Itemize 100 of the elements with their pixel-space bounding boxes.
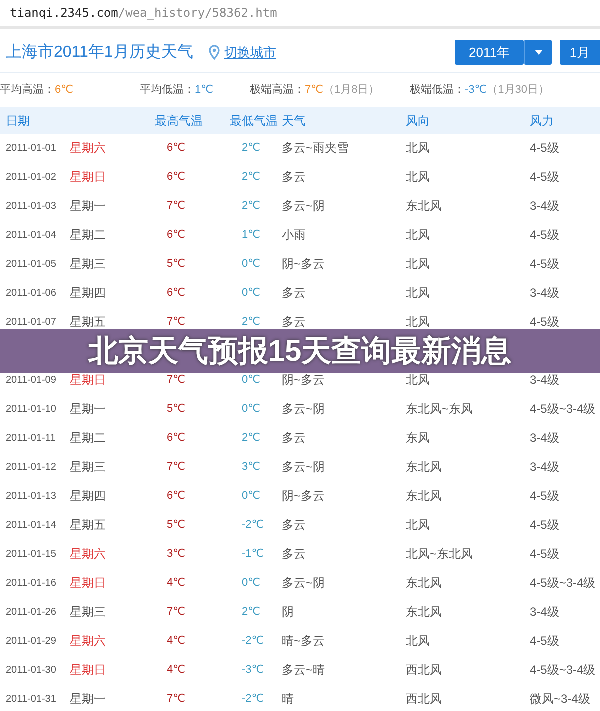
date-cell-text: 2011-01-02 xyxy=(5,171,58,184)
high-temp-cell-text: 7℃ xyxy=(166,374,186,387)
weather-cell-text: 多云~雨夹雪 xyxy=(281,142,350,155)
high-temp-cell-text: 5℃ xyxy=(166,403,186,416)
weekday-cell-text: 星期六 xyxy=(69,142,107,155)
wind-force-cell-text: 4-5级~3-4级 xyxy=(529,403,597,416)
wind-force-cell-text: 4-5级 xyxy=(529,258,560,271)
address-bar[interactable]: tianqi.2345.com/wea_history/58362.htm xyxy=(0,0,600,29)
date-cell-text: 2011-01-06 xyxy=(5,287,58,300)
wind-direction-cell-text: 东北风~东风 xyxy=(405,403,474,416)
wind-direction-cell-text: 北风 xyxy=(405,374,431,387)
weather-cell-text: 晴 xyxy=(281,693,295,706)
weather-cell-text: 多云 xyxy=(281,171,307,184)
low-temp-cell-text: 2℃ xyxy=(241,432,262,445)
date-cell-text: 2011-01-29 xyxy=(5,635,58,648)
date-cell-text: 2011-01-30 xyxy=(5,664,58,677)
date-cell-text: 2011-01-14 xyxy=(5,519,58,532)
switch-city-link[interactable]: 切换城市 xyxy=(224,42,276,62)
url-path: /wea_history/58362.htm xyxy=(118,6,278,20)
stat-value: 1℃ xyxy=(195,82,214,98)
low-temp-cell-text: 2℃ xyxy=(241,316,262,329)
weather-cell-text: 多云 xyxy=(281,432,307,445)
wind-direction-cell-text: 东北风 xyxy=(405,490,443,503)
weather-cell-text: 多云 xyxy=(281,519,307,532)
wind-force-cell-text: 4-5级 xyxy=(529,142,560,155)
wind-direction-cell-text: 北风 xyxy=(405,258,431,271)
wind-force-cell-text: 4-5级 xyxy=(529,171,560,184)
low-temp-cell-text: -1℃ xyxy=(241,548,266,561)
year-button[interactable]: 2011年 xyxy=(455,40,524,65)
wind-force-cell-text: 3-4级 xyxy=(529,461,560,474)
weather-cell-text: 多云~阴 xyxy=(281,461,326,474)
location-pin-icon xyxy=(209,45,220,60)
column-header: 最高气温 xyxy=(154,112,204,130)
year-dropdown-button[interactable] xyxy=(524,40,552,65)
wind-direction-cell-text: 北风 xyxy=(405,142,431,155)
date-cell-text: 2011-01-04 xyxy=(5,229,58,242)
column-header: 天气 xyxy=(281,112,307,130)
wind-force-cell-text: 4-5级 xyxy=(529,229,560,242)
high-temp-cell-text: 6℃ xyxy=(166,287,186,300)
high-temp-cell-text: 6℃ xyxy=(166,432,186,445)
weather-cell-text: 阴 xyxy=(281,606,295,619)
wind-direction-cell-text: 北风 xyxy=(405,287,431,300)
low-temp-cell-text: 0℃ xyxy=(241,577,262,590)
wind-direction-cell-text: 西北风 xyxy=(405,664,443,677)
weather-cell-text: 多云 xyxy=(281,548,307,561)
wind-force-cell-text: 微风~3-4级 xyxy=(529,693,592,706)
high-temp-cell-text: 7℃ xyxy=(166,316,186,329)
date-cell-text: 2011-01-03 xyxy=(5,200,58,213)
weekday-cell-text: 星期四 xyxy=(69,287,107,300)
low-temp-cell-text: 3℃ xyxy=(241,461,262,474)
low-temp-cell-text: -2℃ xyxy=(241,635,266,648)
weather-cell-text: 阴~多云 xyxy=(281,374,326,387)
weekday-cell-text: 星期一 xyxy=(69,200,107,213)
high-temp-cell-text: 5℃ xyxy=(166,258,186,271)
url-host: tianqi.2345.com xyxy=(10,6,118,20)
high-temp-cell-text: 3℃ xyxy=(166,548,186,561)
weekday-cell-text: 星期日 xyxy=(69,374,107,387)
weather-cell-text: 多云 xyxy=(281,287,307,300)
high-temp-cell-text: 6℃ xyxy=(166,490,186,503)
weekday-cell-text: 星期五 xyxy=(69,519,107,532)
high-temp-cell-text: 7℃ xyxy=(166,606,186,619)
wind-direction-cell-text: 北风 xyxy=(405,519,431,532)
weather-cell-text: 多云~阴 xyxy=(281,200,326,213)
date-cell-text: 2011-01-01 xyxy=(5,142,58,155)
stat-label: 平均低温： xyxy=(140,82,195,98)
wind-force-cell-text: 4-5级~3-4级 xyxy=(529,664,597,677)
high-temp-cell-text: 5℃ xyxy=(166,519,186,532)
low-temp-cell-text: 0℃ xyxy=(241,490,262,503)
weather-cell-text: 阴~多云 xyxy=(281,490,326,503)
date-cell-text: 2011-01-11 xyxy=(5,432,57,445)
column-header: 最低气温 xyxy=(229,112,276,130)
stat-value: 6℃ xyxy=(55,82,74,98)
weather-cell-text: 晴~多云 xyxy=(281,635,326,648)
column-header: 风向 xyxy=(405,112,431,130)
weekday-cell-text: 星期二 xyxy=(69,229,107,242)
column-header: 日期 xyxy=(5,112,31,130)
wind-direction-cell-text: 东风 xyxy=(405,432,431,445)
weekday-cell-text: 星期一 xyxy=(69,693,107,706)
stat-date: （1月30日） xyxy=(487,82,550,98)
banner-title: 北京天气预报15天查询最新消息 xyxy=(88,334,512,370)
stat-date: （1月8日） xyxy=(323,82,380,98)
weather-cell-text: 多云~阴 xyxy=(281,577,326,590)
low-temp-cell-text: 0℃ xyxy=(241,403,262,416)
wind-force-cell-text: 4-5级~3-4级 xyxy=(529,577,597,590)
caret-icon xyxy=(534,50,542,55)
wind-direction-cell-text: 东北风 xyxy=(405,461,443,474)
date-cell-text: 2011-01-31 xyxy=(5,693,58,706)
wind-direction-cell-text: 东北风 xyxy=(405,200,443,213)
date-cell-text: 2011-01-26 xyxy=(5,606,58,619)
weekday-cell-text: 星期日 xyxy=(69,664,107,677)
wind-direction-cell-text: 东北风 xyxy=(405,577,443,590)
page-title: 上海市2011年1月历史天气 xyxy=(6,42,194,62)
month-button[interactable]: 1月 xyxy=(560,40,600,65)
low-temp-cell-text: 0℃ xyxy=(241,374,262,387)
date-cell-text: 2011-01-15 xyxy=(5,548,58,561)
low-temp-cell-text: 2℃ xyxy=(241,171,262,184)
low-temp-cell-text: 0℃ xyxy=(241,287,262,300)
low-temp-cell-text: 0℃ xyxy=(241,258,262,271)
wind-direction-cell-text: 北风~东北风 xyxy=(405,548,474,561)
stat-label: 极端高温： xyxy=(250,82,305,98)
